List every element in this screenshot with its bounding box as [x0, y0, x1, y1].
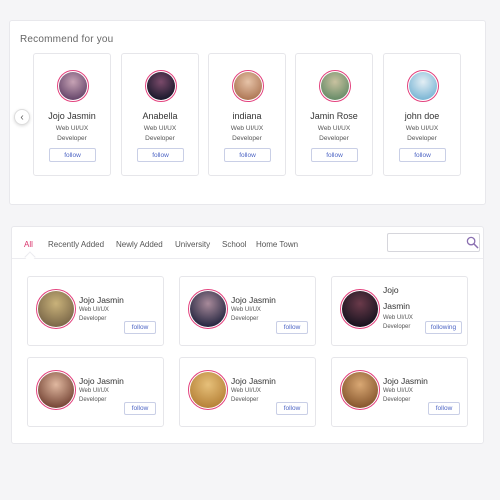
follow-button[interactable]: follow [276, 321, 308, 334]
follow-button[interactable]: follow [276, 402, 308, 415]
follow-button[interactable]: follow [137, 148, 184, 162]
recommend-title: Recommend for you [20, 34, 114, 45]
role-line: Developer [383, 323, 411, 330]
follow-button[interactable]: follow [49, 148, 96, 162]
friend-card: Jojo Jasmin Web UI/UX Developer follow [27, 357, 164, 427]
avatar[interactable] [188, 370, 228, 410]
profile-role: Web UI/UX Developer [383, 387, 428, 404]
avatar[interactable] [36, 370, 76, 410]
role-line: Web UI/UX [231, 307, 261, 313]
follow-button[interactable]: follow [124, 402, 156, 415]
role-line: Web UI/UX [79, 307, 109, 313]
profile-role: Web UI/UX Developer [34, 124, 110, 144]
tab-school[interactable]: School [222, 240, 246, 249]
search-icon[interactable] [466, 236, 479, 249]
role-line: Web UI/UX [383, 388, 413, 394]
role-line: Web UI/UX [317, 125, 351, 132]
avatar[interactable] [36, 289, 76, 329]
profile-name[interactable]: Jamin Rose [296, 111, 372, 121]
profile-role: Web UI/UX Developer [231, 387, 276, 404]
role-line: Web UI/UX [55, 125, 89, 132]
recommend-card: Anabella Web UI/UX Developer follow [121, 53, 199, 176]
follow-button[interactable]: follow [428, 402, 460, 415]
role-line: Developer [383, 396, 411, 403]
role-line: Developer [319, 135, 349, 142]
follow-button[interactable]: follow [124, 321, 156, 334]
profile-name[interactable]: john doe [384, 111, 460, 121]
recommend-panel: Recommend for you ‹ Jojo Jasmin Web UI/U… [9, 20, 486, 205]
friends-panel: All Recently Added Newly Added Universit… [11, 226, 484, 444]
profile-photo [321, 72, 349, 100]
search-input[interactable] [392, 236, 462, 249]
profile-role: Web UI/UX Developer [79, 387, 124, 404]
recommend-card: Jojo Jasmin Web UI/UX Developer follow [33, 53, 111, 176]
profile-photo [38, 291, 74, 327]
avatar[interactable] [340, 370, 380, 410]
role-line: Developer [57, 135, 87, 142]
profile-photo [234, 72, 262, 100]
profile-photo [38, 372, 74, 408]
role-line: Developer [231, 315, 259, 322]
avatar[interactable] [145, 70, 177, 102]
profile-role: Web UI/UX Developer [383, 314, 428, 331]
friend-card: Jojo Jasmin Web UI/UX Developer following [331, 276, 468, 346]
profile-name[interactable]: indiana [209, 111, 285, 121]
avatar[interactable] [57, 70, 89, 102]
follow-button[interactable]: follow [224, 148, 271, 162]
profile-role: Web UI/UX Developer [296, 124, 372, 144]
avatar[interactable] [188, 289, 228, 329]
profile-name[interactable]: Jojo Jasmin [383, 282, 413, 314]
recommend-card: Jamin Rose Web UI/UX Developer follow [295, 53, 373, 176]
active-tab-indicator [24, 251, 36, 263]
avatar[interactable] [232, 70, 264, 102]
chevron-left-icon[interactable]: ‹ [14, 109, 30, 125]
role-line: Developer [231, 396, 259, 403]
avatar[interactable] [407, 70, 439, 102]
profile-photo [59, 72, 87, 100]
profile-photo [342, 372, 378, 408]
friend-card: Jojo Jasmin Web UI/UX Developer follow [179, 357, 316, 427]
recommend-card: john doe Web UI/UX Developer follow [383, 53, 461, 176]
profile-photo [147, 72, 175, 100]
tab-home-town[interactable]: Home Town [256, 240, 298, 249]
tab-recently-added[interactable]: Recently Added [48, 240, 104, 249]
profile-role: Web UI/UX Developer [122, 124, 198, 144]
profile-role: Web UI/UX Developer [209, 124, 285, 144]
role-line: Web UI/UX [405, 125, 439, 132]
profile-role: Web UI/UX Developer [231, 306, 276, 323]
friend-card: Jojo Jasmin Web UI/UX Developer follow [179, 276, 316, 346]
tab-university[interactable]: University [175, 240, 210, 249]
profile-photo [190, 372, 226, 408]
role-line: Developer [232, 135, 262, 142]
role-line: Developer [79, 396, 107, 403]
profile-role: Web UI/UX Developer [79, 306, 124, 323]
profile-photo [342, 291, 378, 327]
role-line: Web UI/UX [79, 388, 109, 394]
profile-name[interactable]: Anabella [122, 111, 198, 121]
follow-button[interactable]: follow [399, 148, 446, 162]
avatar[interactable] [319, 70, 351, 102]
role-line: Developer [145, 135, 175, 142]
filter-tabs: All Recently Added Newly Added Universit… [12, 227, 483, 263]
search-box [387, 233, 480, 252]
friend-card: Jojo Jasmin Web UI/UX Developer follow [27, 276, 164, 346]
following-button[interactable]: following [425, 321, 462, 334]
recommend-card: indiana Web UI/UX Developer follow [208, 53, 286, 176]
profile-role: Web UI/UX Developer [384, 124, 460, 144]
avatar[interactable] [340, 289, 380, 329]
role-line: Developer [407, 135, 437, 142]
role-line: Web UI/UX [383, 315, 413, 321]
role-line: Developer [79, 315, 107, 322]
tab-all[interactable]: All [24, 240, 33, 249]
profile-photo [190, 291, 226, 327]
profile-name[interactable]: Jojo Jasmin [34, 111, 110, 121]
role-line: Web UI/UX [230, 125, 264, 132]
role-line: Web UI/UX [143, 125, 177, 132]
tab-newly-added[interactable]: Newly Added [116, 240, 163, 249]
role-line: Web UI/UX [231, 388, 261, 394]
follow-button[interactable]: follow [311, 148, 358, 162]
friend-card: Jojo Jasmin Web UI/UX Developer follow [331, 357, 468, 427]
profile-photo [409, 72, 437, 100]
